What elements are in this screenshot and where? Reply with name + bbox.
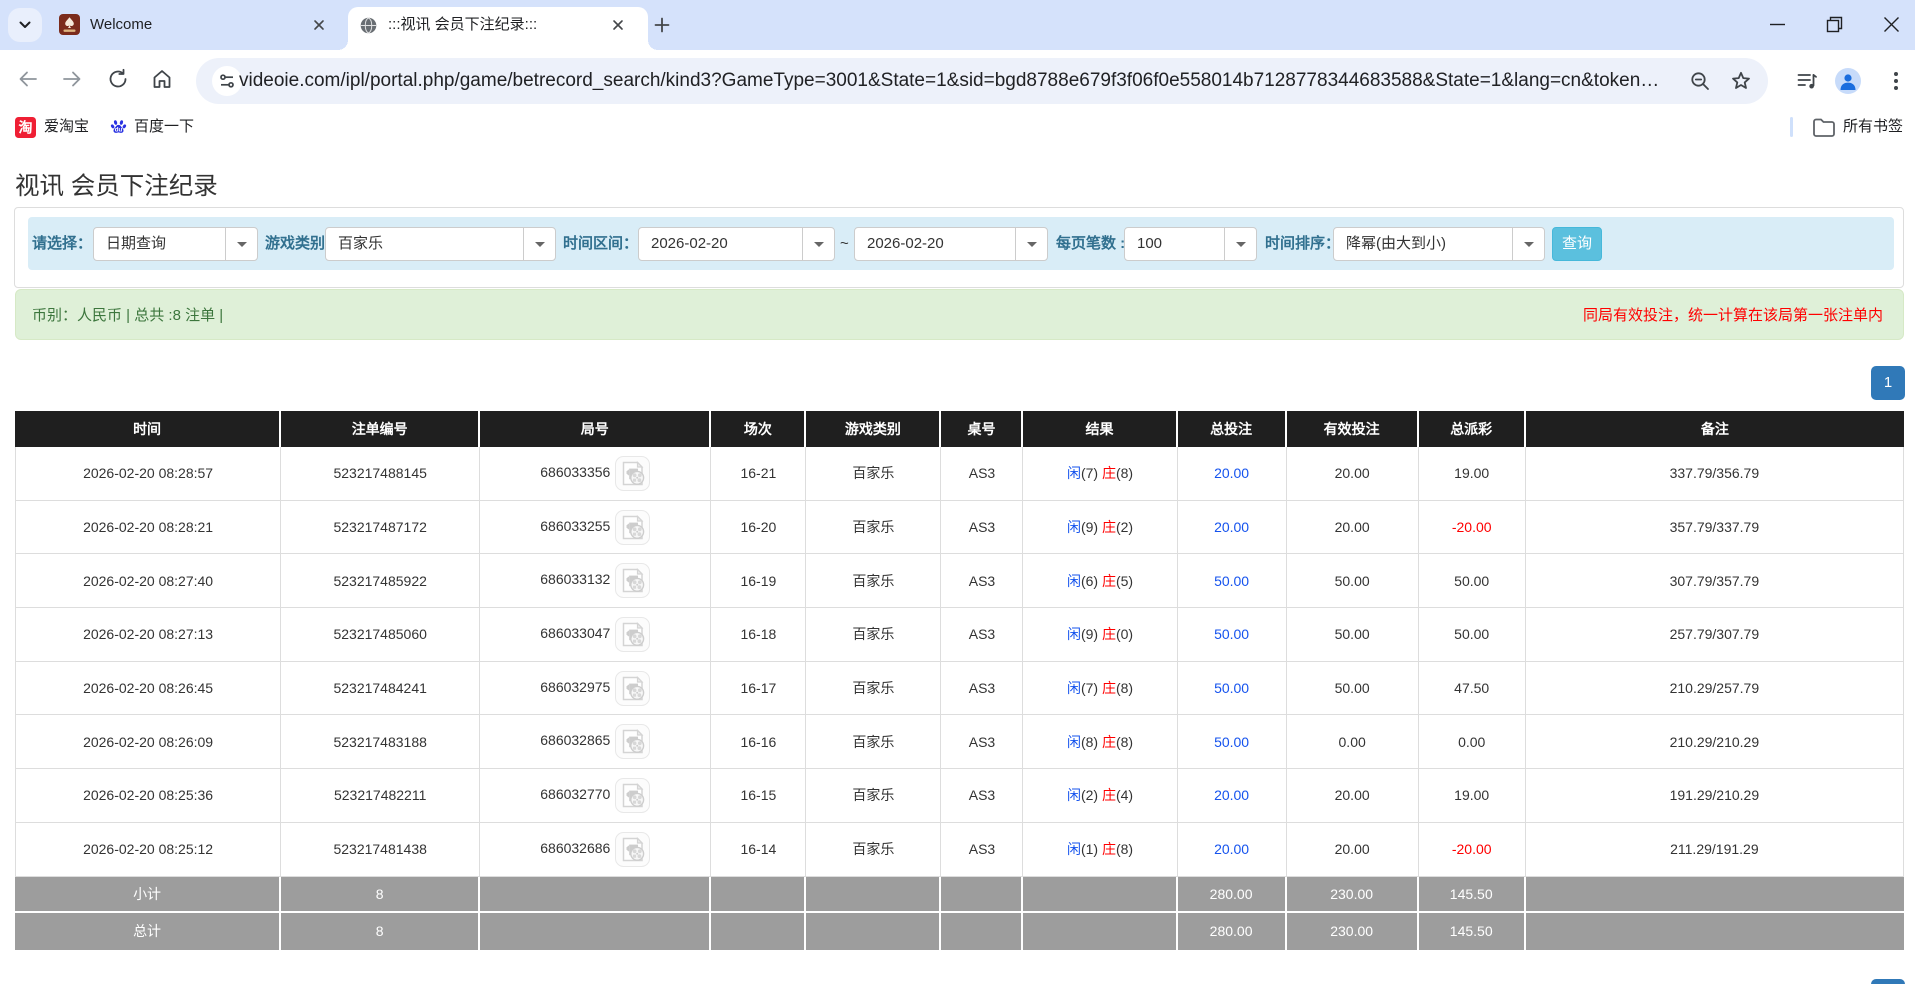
svg-text:淘: 淘 bbox=[19, 120, 33, 136]
svg-text:du: du bbox=[115, 127, 123, 134]
